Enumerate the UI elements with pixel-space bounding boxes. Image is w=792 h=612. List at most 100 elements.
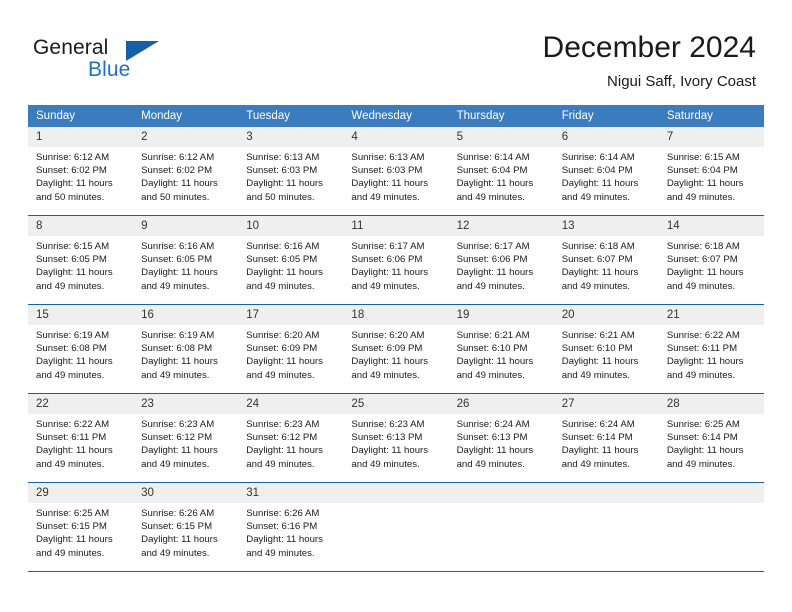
day-details (659, 503, 764, 507)
sunrise-text: Sunrise: 6:18 AM (666, 241, 740, 252)
calendar-day-cell[interactable]: 15 Sunrise: 6:19 AM Sunset: 6:08 PM Dayligh… (28, 304, 134, 394)
calendar-day-cell[interactable] (658, 482, 764, 572)
calendar-day-cell[interactable]: 27 Sunrise: 6:24 AM Sunset: 6:14 PM Dayligh… (553, 393, 659, 483)
day-number: 22 (28, 394, 134, 414)
day-number: 20 (553, 305, 659, 325)
sunset-text: Sunset: 6:12 PM (141, 432, 213, 444)
calendar-week-row: 8 Sunrise: 6:15 AM Sunset: 6:05 PM Daylight… (28, 215, 764, 305)
calendar-day-cell[interactable] (343, 482, 449, 572)
page-title: December 2024 (542, 31, 756, 64)
day-details: Sunrise: 6:17 AM Sunset: 6:06 PM Daylight:… (449, 236, 554, 293)
calendar-day-cell[interactable]: 12 Sunrise: 6:17 AM Sunset: 6:06 PM Dayligh… (448, 215, 554, 305)
daylight-text-line1: Daylight: 11 hours (141, 445, 218, 457)
day-number: 5 (448, 127, 554, 147)
day-number: 23 (133, 394, 239, 414)
calendar-day-cell[interactable]: 14 Sunrise: 6:18 AM Sunset: 6:07 PM Dayligh… (658, 215, 764, 305)
sunset-text: Sunset: 6:14 PM (666, 432, 738, 444)
calendar-day-cell[interactable]: 23 Sunrise: 6:23 AM Sunset: 6:12 PM Dayligh… (133, 393, 239, 483)
day-details: Sunrise: 6:13 AM Sunset: 6:03 PM Daylight:… (238, 147, 343, 204)
calendar-day-cell[interactable]: 19 Sunrise: 6:21 AM Sunset: 6:10 PM Dayligh… (448, 304, 554, 394)
calendar-day-cell[interactable] (448, 482, 554, 572)
calendar-day-cell[interactable]: 22 Sunrise: 6:22 AM Sunset: 6:11 PM Dayligh… (28, 393, 134, 483)
daylight-text-line1: Daylight: 11 hours (456, 267, 534, 279)
calendar-day-cell[interactable]: 5 Sunrise: 6:14 AM Sunset: 6:04 PM Daylight… (448, 127, 554, 216)
calendar-day-cell[interactable]: 6 Sunrise: 6:14 AM Sunset: 6:04 PM Daylight… (553, 127, 659, 216)
weekday-header-monday: Monday (133, 105, 239, 127)
calendar-day-cell[interactable]: 9 Sunrise: 6:16 AM Sunset: 6:05 PM Daylight… (133, 215, 239, 305)
day-details: Sunrise: 6:14 AM Sunset: 6:04 PM Daylight:… (449, 147, 554, 204)
calendar-day-cell[interactable]: 1 Sunrise: 6:12 AM Sunset: 6:02 PM Daylight… (28, 127, 134, 216)
daylight-text-line1: Daylight: 11 hours (666, 178, 744, 190)
sunset-text: Sunset: 6:15 PM (36, 521, 107, 533)
calendar-day-cell[interactable]: 21 Sunrise: 6:22 AM Sunset: 6:11 PM Dayligh… (658, 304, 764, 394)
day-details: Sunrise: 6:24 AM Sunset: 6:14 PM Daylight:… (554, 414, 659, 471)
daylight-text-line2: and 49 minutes. (351, 369, 420, 381)
sunrise-text: Sunrise: 6:21 AM (561, 330, 635, 341)
calendar-day-cell[interactable]: 10 Sunrise: 6:16 AM Sunset: 6:05 PM Dayligh… (238, 215, 344, 305)
sunset-text: Sunset: 6:10 PM (456, 343, 528, 355)
day-number (448, 483, 554, 503)
calendar-day-cell[interactable]: 17 Sunrise: 6:20 AM Sunset: 6:09 PM Dayligh… (238, 304, 344, 394)
day-details: Sunrise: 6:25 AM Sunset: 6:14 PM Daylight:… (659, 414, 764, 471)
day-number: 6 (553, 127, 659, 147)
calendar-header-row: Sunday Monday Tuesday Wednesday Thursday… (28, 105, 764, 127)
calendar-day-cell[interactable]: 24 Sunrise: 6:23 AM Sunset: 6:12 PM Dayligh… (238, 393, 344, 483)
day-number (343, 483, 449, 503)
calendar-day-cell[interactable]: 26 Sunrise: 6:24 AM Sunset: 6:13 PM Dayligh… (448, 393, 554, 483)
weekday-header-friday: Friday (553, 105, 659, 127)
daylight-text-line2: and 49 minutes. (351, 458, 420, 470)
day-number: 4 (343, 127, 449, 147)
calendar-day-cell[interactable]: 13 Sunrise: 6:18 AM Sunset: 6:07 PM Dayligh… (553, 215, 659, 305)
sunset-text: Sunset: 6:02 PM (141, 165, 213, 177)
day-details: Sunrise: 6:26 AM Sunset: 6:16 PM Daylight:… (238, 503, 343, 560)
generalblue-logo[interactable]: General Blue (33, 36, 173, 84)
calendar-day-cell[interactable]: 28 Sunrise: 6:25 AM Sunset: 6:14 PM Dayligh… (658, 393, 764, 483)
calendar-day-cell[interactable]: 18 Sunrise: 6:20 AM Sunset: 6:09 PM Dayligh… (343, 304, 449, 394)
day-details: Sunrise: 6:23 AM Sunset: 6:12 PM Daylight:… (133, 414, 238, 471)
daylight-text-line2: and 49 minutes. (246, 547, 315, 559)
calendar-day-cell[interactable]: 3 Sunrise: 6:13 AM Sunset: 6:03 PM Daylight… (238, 127, 344, 216)
calendar-day-cell[interactable]: 8 Sunrise: 6:15 AM Sunset: 6:05 PM Daylight… (28, 215, 134, 305)
day-details: Sunrise: 6:23 AM Sunset: 6:12 PM Daylight:… (238, 414, 343, 471)
weekday-header-tuesday: Tuesday (238, 105, 344, 127)
calendar-day-cell[interactable]: 20 Sunrise: 6:21 AM Sunset: 6:10 PM Dayligh… (553, 304, 659, 394)
day-details: Sunrise: 6:19 AM Sunset: 6:08 PM Daylight:… (133, 325, 238, 382)
day-number: 2 (133, 127, 239, 147)
daylight-text-line2: and 49 minutes. (561, 369, 630, 381)
calendar-day-cell[interactable]: 29 Sunrise: 6:25 AM Sunset: 6:15 PM Dayligh… (28, 482, 134, 572)
sunrise-text: Sunrise: 6:17 AM (351, 241, 425, 252)
calendar-week-row: 15 Sunrise: 6:19 AM Sunset: 6:08 PM Dayligh… (28, 304, 764, 394)
daylight-text-line2: and 49 minutes. (36, 280, 105, 292)
sunset-text: Sunset: 6:07 PM (666, 254, 738, 266)
calendar-day-cell[interactable]: 4 Sunrise: 6:13 AM Sunset: 6:03 PM Daylight… (343, 127, 449, 216)
sunrise-text: Sunrise: 6:16 AM (246, 241, 320, 252)
daylight-text-line1: Daylight: 11 hours (141, 534, 218, 546)
calendar-day-cell[interactable]: 25 Sunrise: 6:23 AM Sunset: 6:13 PM Dayligh… (343, 393, 449, 483)
sunrise-text: Sunrise: 6:12 AM (141, 152, 215, 163)
sunrise-text: Sunrise: 6:26 AM (141, 508, 215, 519)
sunset-text: Sunset: 6:15 PM (141, 521, 213, 533)
daylight-text-line1: Daylight: 11 hours (351, 445, 429, 457)
daylight-text-line1: Daylight: 11 hours (36, 178, 113, 190)
daylight-text-line2: and 50 minutes. (36, 191, 105, 203)
day-number: 14 (658, 216, 764, 236)
calendar-week-row: 22 Sunrise: 6:22 AM Sunset: 6:11 PM Dayligh… (28, 393, 764, 483)
sunrise-text: Sunrise: 6:24 AM (561, 419, 635, 430)
day-details: Sunrise: 6:23 AM Sunset: 6:13 PM Daylight:… (343, 414, 448, 471)
calendar-day-cell[interactable]: 30 Sunrise: 6:26 AM Sunset: 6:15 PM Dayligh… (133, 482, 239, 572)
calendar-day-cell[interactable]: 31 Sunrise: 6:26 AM Sunset: 6:16 PM Dayligh… (238, 482, 344, 572)
daylight-text-line2: and 49 minutes. (246, 458, 315, 470)
daylight-text-line2: and 49 minutes. (141, 458, 210, 470)
calendar-day-cell[interactable]: 11 Sunrise: 6:17 AM Sunset: 6:06 PM Dayligh… (343, 215, 449, 305)
sunrise-text: Sunrise: 6:23 AM (246, 419, 320, 430)
day-number: 19 (448, 305, 554, 325)
daylight-text-line1: Daylight: 11 hours (141, 356, 218, 368)
day-details: Sunrise: 6:12 AM Sunset: 6:02 PM Daylight:… (28, 147, 133, 204)
calendar-day-cell[interactable]: 16 Sunrise: 6:19 AM Sunset: 6:08 PM Dayligh… (133, 304, 239, 394)
daylight-text-line1: Daylight: 11 hours (666, 267, 744, 279)
day-number: 24 (238, 394, 344, 414)
calendar-day-cell[interactable] (553, 482, 659, 572)
calendar-day-cell[interactable]: 7 Sunrise: 6:15 AM Sunset: 6:04 PM Daylight… (658, 127, 764, 216)
sunrise-text: Sunrise: 6:20 AM (246, 330, 320, 341)
calendar-day-cell[interactable]: 2 Sunrise: 6:12 AM Sunset: 6:02 PM Daylight… (133, 127, 239, 216)
